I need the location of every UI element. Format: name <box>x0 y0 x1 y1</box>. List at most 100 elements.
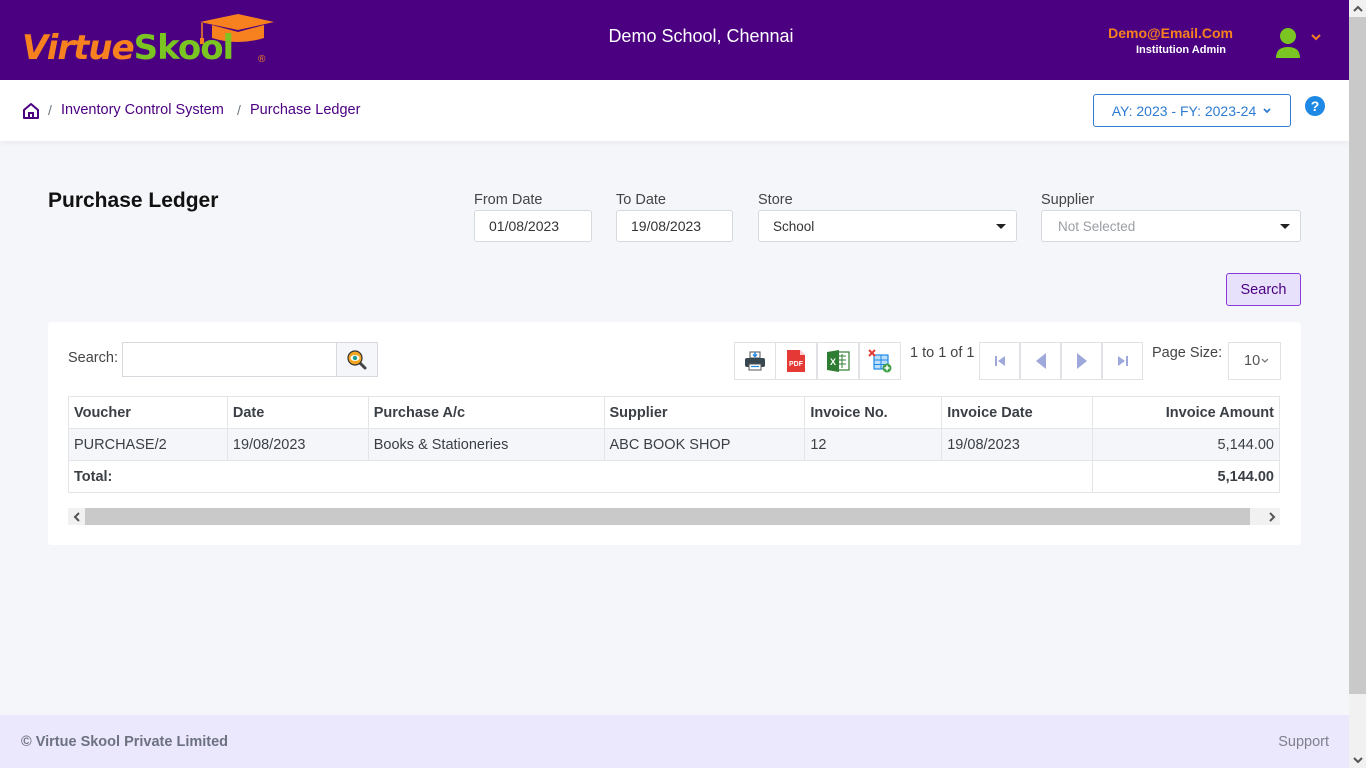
excel-icon: X <box>827 350 850 372</box>
registered-mark: ® <box>258 54 266 65</box>
cell-invoice-no: 12 <box>804 428 943 461</box>
from-date-label: From Date <box>474 192 543 208</box>
horizontal-scroll-thumb[interactable] <box>85 508 1250 525</box>
pdf-icon-text: PDF <box>789 361 804 368</box>
pdf-icon: PDF <box>787 350 805 372</box>
first-page-button[interactable] <box>979 342 1020 380</box>
logo-part-virtue: Virtue <box>22 28 135 68</box>
chevron-up-icon <box>1352 5 1363 12</box>
caret-down-icon <box>1280 223 1290 229</box>
from-date-value: 01/08/2023 <box>489 218 560 234</box>
page-title: Purchase Ledger <box>48 189 219 212</box>
school-name: Demo School, Chennai <box>608 26 794 46</box>
table-header-row: Voucher Date Purchase A/c Supplier Invoi… <box>68 396 1280 429</box>
cell-supplier: ABC BOOK SHOP <box>603 428 806 461</box>
store-value: School <box>773 218 815 234</box>
home-icon[interactable] <box>22 102 40 120</box>
cell-invoice-amount: 5,144.00 <box>1092 428 1280 461</box>
breadcrumb-purchase-ledger[interactable]: Purchase Ledger <box>250 102 360 118</box>
column-header-invoice-amount[interactable]: Invoice Amount <box>1092 396 1280 429</box>
previous-page-button[interactable] <box>1020 342 1061 380</box>
scroll-up-button[interactable] <box>1349 0 1366 17</box>
academic-year-label: AY: 2023 - FY: 2023-24 <box>1111 102 1257 119</box>
last-page-icon <box>1117 356 1128 366</box>
column-header-voucher[interactable]: Voucher <box>68 396 228 429</box>
to-date-value: 19/08/2023 <box>631 218 702 234</box>
next-page-icon <box>1076 353 1087 369</box>
cell-purchase-account: Books & Stationeries <box>367 428 605 461</box>
academic-year-select[interactable]: AY: 2023 - FY: 2023-24 <box>1093 94 1291 127</box>
column-chooser-button[interactable] <box>859 342 901 380</box>
export-pdf-button[interactable]: PDF <box>775 342 817 380</box>
top-header: VirtueSkool ® Demo School, Chennai Demo@… <box>0 0 1349 80</box>
breadcrumb-bar: / Inventory Control System / Purchase Le… <box>0 80 1349 141</box>
last-page-button[interactable] <box>1102 342 1143 380</box>
scroll-right-button[interactable] <box>1263 508 1280 525</box>
total-label: Total: <box>67 460 1094 493</box>
user-role: Institution Admin <box>1136 44 1227 56</box>
support-link[interactable]: Support <box>1278 734 1329 750</box>
breadcrumb-separator: / <box>48 102 52 118</box>
user-avatar-icon[interactable] <box>1274 27 1302 59</box>
print-button[interactable] <box>734 342 776 380</box>
next-page-button[interactable] <box>1061 342 1102 380</box>
magnifier-icon <box>347 349 367 369</box>
column-header-invoice-no[interactable]: Invoice No. <box>804 396 943 429</box>
table-horizontal-scrollbar[interactable] <box>68 508 1280 525</box>
search-button[interactable]: Search <box>1226 273 1301 306</box>
scroll-left-button[interactable] <box>68 508 85 525</box>
purchase-ledger-table: Voucher Date Purchase A/c Supplier Invoi… <box>67 396 1280 493</box>
to-date-label: To Date <box>616 192 666 208</box>
chevron-right-icon <box>1268 511 1275 522</box>
copyright-text: © Virtue Skool Private Limited <box>21 734 229 750</box>
supplier-select[interactable]: Not Selected <box>1041 210 1301 242</box>
page: VirtueSkool ® Demo School, Chennai Demo@… <box>0 0 1349 768</box>
column-header-supplier[interactable]: Supplier <box>603 396 806 429</box>
first-page-icon <box>994 356 1005 366</box>
table-row[interactable]: PURCHASE/2 19/08/2023 Books & Stationeri… <box>68 428 1280 461</box>
virtueskool-logo[interactable]: VirtueSkool ® <box>22 14 274 70</box>
grid-search-button[interactable] <box>336 342 378 377</box>
cell-date: 19/08/2023 <box>226 428 369 461</box>
column-header-date[interactable]: Date <box>226 396 369 429</box>
column-header-purchase-account[interactable]: Purchase A/c <box>367 396 605 429</box>
help-icon[interactable]: ? <box>1305 96 1325 116</box>
page-size-label: Page Size: <box>1152 345 1223 361</box>
ledger-grid-card: Search: PDF X 1 to 1 of 1 Page Size: 10 … <box>48 322 1301 545</box>
footer: © Virtue Skool Private Limited Support <box>0 715 1349 768</box>
store-select[interactable]: School <box>758 210 1017 242</box>
to-date-input[interactable]: 19/08/2023 <box>616 210 733 242</box>
cell-voucher: PURCHASE/2 <box>68 428 228 461</box>
page-size-value: 10 <box>1244 353 1261 369</box>
grid-search-label: Search: <box>68 350 118 366</box>
grid-search-input[interactable] <box>122 342 338 377</box>
column-chooser-icon <box>868 349 892 373</box>
logo-wordmark: VirtueSkool <box>22 28 235 68</box>
vertical-scroll-thumb[interactable] <box>1349 17 1366 694</box>
printer-icon <box>745 351 765 371</box>
column-header-invoice-date[interactable]: Invoice Date <box>941 396 1094 429</box>
page-size-select[interactable]: 10 <box>1228 342 1281 380</box>
store-label: Store <box>758 192 793 208</box>
table-total-row: Total: 5,144.00 <box>67 460 1280 493</box>
chevron-down-icon <box>1261 358 1269 363</box>
supplier-placeholder: Not Selected <box>1058 218 1136 234</box>
excel-icon-text: X <box>830 357 836 367</box>
scroll-down-button[interactable] <box>1349 751 1366 768</box>
logo-part-skool: Skool <box>133 28 235 68</box>
pager-info: 1 to 1 of 1 <box>910 345 975 361</box>
chevron-down-icon[interactable] <box>1310 32 1322 42</box>
export-excel-button[interactable]: X <box>817 342 859 380</box>
user-email[interactable]: Demo@Email.Com <box>1108 25 1233 41</box>
chevron-left-icon <box>73 511 80 522</box>
caret-down-icon <box>996 223 1006 229</box>
breadcrumb-separator: / <box>237 102 241 118</box>
previous-page-icon <box>1035 353 1046 369</box>
supplier-label: Supplier <box>1041 192 1095 208</box>
chevron-down-icon <box>1352 756 1363 763</box>
total-amount: 5,144.00 <box>1092 460 1280 493</box>
page-vertical-scrollbar[interactable] <box>1349 0 1366 768</box>
breadcrumb-inventory-control-system[interactable]: Inventory Control System <box>61 102 224 118</box>
from-date-input[interactable]: 01/08/2023 <box>474 210 592 242</box>
chevron-down-icon <box>1263 107 1271 113</box>
